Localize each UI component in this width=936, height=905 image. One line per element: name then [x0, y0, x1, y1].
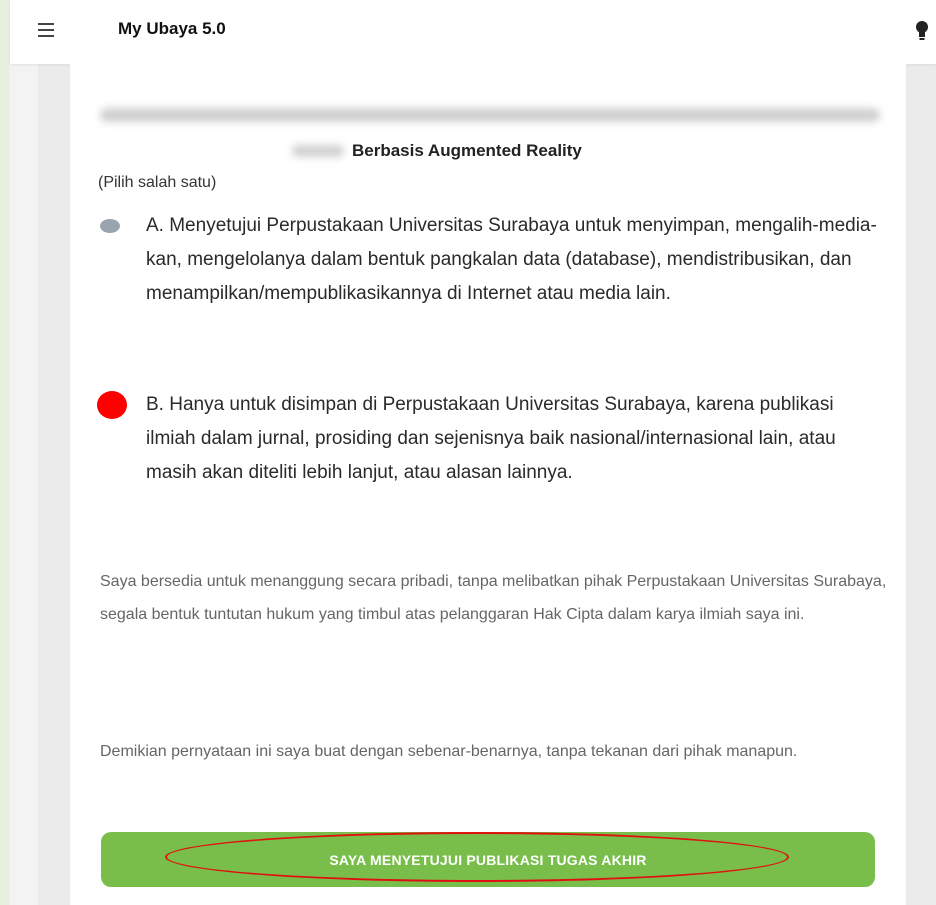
choose-one-note: (Pilih salah satu)	[98, 174, 217, 191]
option-b-radio[interactable]	[97, 391, 127, 419]
top-app-bar: My Ubaya 5.0	[10, 0, 936, 64]
agree-publication-button[interactable]: SAYA MENYETUJUI PUBLIKASI TUGAS AKHIR	[101, 832, 875, 887]
liability-statement: Saya bersedia untuk menanggung secara pr…	[100, 573, 887, 623]
lightbulb-icon[interactable]	[914, 20, 930, 42]
redacted-title-fragment	[292, 145, 344, 157]
closing-statement: Demikian pernyataan ini saya buat dengan…	[100, 743, 798, 760]
redacted-title-line	[100, 108, 880, 122]
option-b-label[interactable]: B. Hanya untuk disimpan di Perpustakaan …	[146, 388, 886, 490]
thesis-title-tail: Berbasis Augmented Reality	[352, 141, 582, 160]
right-gutter	[906, 64, 936, 905]
hamburger-menu-icon[interactable]	[38, 23, 54, 37]
option-a-label[interactable]: A. Menyetujui Perpustakaan Universitas S…	[146, 209, 886, 311]
left-gutter	[38, 64, 70, 905]
app-title: My Ubaya 5.0	[118, 19, 226, 38]
option-a-radio[interactable]	[100, 219, 120, 233]
